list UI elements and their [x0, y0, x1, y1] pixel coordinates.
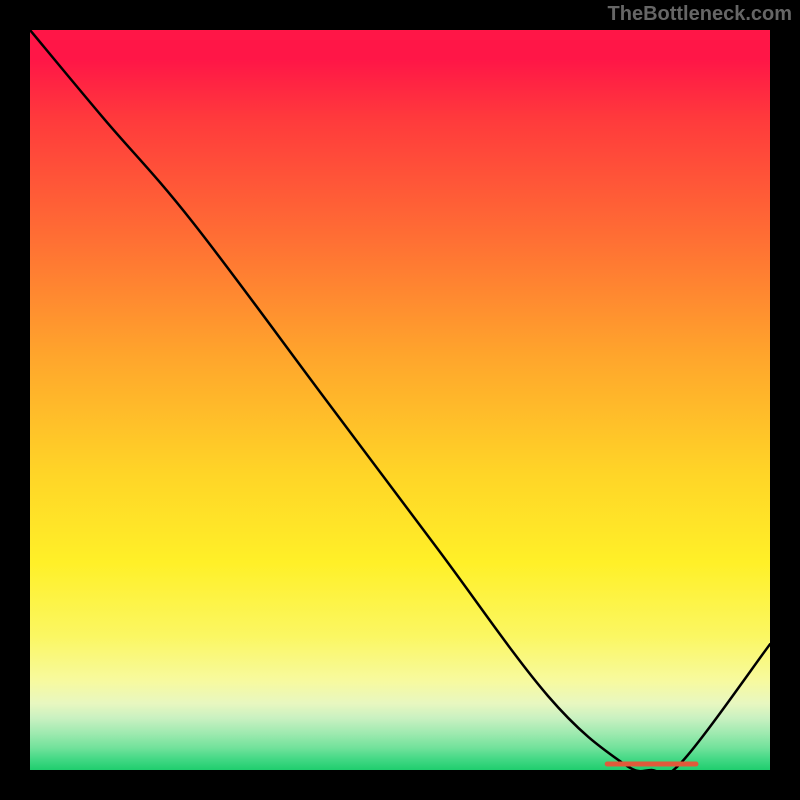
watermark-label: TheBottleneck.com [608, 3, 792, 26]
bottleneck-curve [30, 30, 770, 770]
plot-area [30, 30, 770, 770]
chart-container: TheBottleneck.com [0, 0, 800, 800]
